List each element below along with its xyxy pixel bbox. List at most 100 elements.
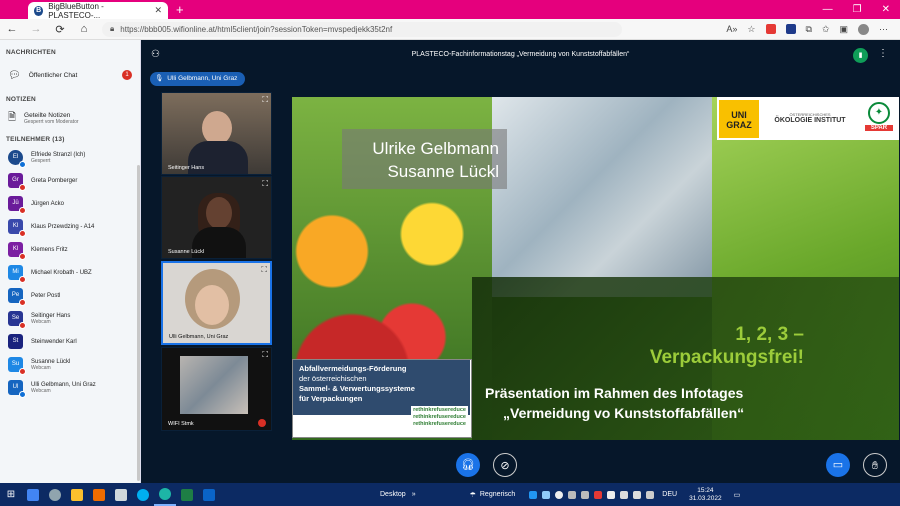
headline-line-1: 1, 2, 3 – [735, 324, 804, 345]
expand-icon[interactable]: ⛶ [262, 350, 268, 360]
taskbar-app[interactable] [132, 483, 154, 506]
expand-icon[interactable]: ⛶ [262, 95, 268, 105]
expand-icon[interactable]: ⛶ [261, 265, 267, 275]
video-tile[interactable]: ⛶ WIFI Stmk [161, 347, 272, 431]
wifi-icon[interactable] [646, 490, 655, 499]
browser-tab[interactable]: B BigBlueButton - PLASTECO-... ✕ [28, 2, 168, 20]
participant-item[interactable]: Kl Klemens Fritz [0, 238, 140, 261]
participant-name: Susanne Lückl [31, 358, 71, 365]
favorite-star-icon[interactable]: ☆ [747, 24, 755, 35]
bbb-favicon-icon: B [34, 5, 44, 16]
participant-item[interactable]: Pe Peter Postl [0, 284, 140, 307]
microphone-icon [19, 230, 26, 237]
public-chat-item[interactable]: 💬︎ Öffentlicher Chat 1 [0, 65, 140, 85]
new-tab-button[interactable]: + [176, 2, 184, 17]
tray-icon[interactable] [542, 490, 551, 499]
taskbar-app[interactable] [110, 483, 132, 506]
taskbar-app[interactable] [198, 483, 220, 506]
tray-icon[interactable] [581, 490, 590, 499]
participant-item[interactable]: Su Susanne Lückl Webcam [0, 353, 140, 376]
notifications-icon[interactable]: ▭ [734, 491, 741, 499]
headline-line-2: Verpackungsfrei! [649, 347, 804, 368]
tray-icon[interactable] [568, 490, 577, 499]
tray-icon[interactable] [620, 490, 629, 499]
avatar-initials: Su [11, 361, 20, 367]
favorites-icon[interactable]: ✩ [822, 24, 830, 35]
restore-icon[interactable]: ❐ [853, 4, 862, 15]
expand-icon[interactable]: ⛶ [262, 179, 268, 189]
minimize-icon[interactable]: — [823, 4, 833, 15]
shared-notes-item[interactable]: 🗎︎ Geteilte Notizen Gesperrt vom Moderat… [0, 106, 140, 130]
raise-hand-button[interactable]: ✋︎ [863, 453, 887, 477]
muted-icon [258, 419, 266, 427]
start-button[interactable]: ⊞ [0, 483, 22, 506]
shared-notes-label: Geteilte Notizen [24, 111, 71, 119]
language-indicator[interactable]: DEU [662, 491, 677, 498]
taskbar-app[interactable] [66, 483, 88, 506]
tray-icon[interactable] [529, 490, 538, 499]
options-menu-icon[interactable]: ⋮ [878, 48, 888, 59]
weather-label[interactable]: Regnerisch [480, 491, 515, 498]
video-tile[interactable]: ⛶ Susanne Lückl [161, 176, 272, 259]
extension-icon[interactable] [765, 24, 776, 34]
desktop-label[interactable]: Desktop [380, 491, 406, 498]
clock[interactable]: 15:24 31.03.2022 [689, 487, 722, 503]
avatar-initials: Gr [12, 177, 19, 183]
video-tile-active[interactable]: ⛶ Ulli Gelbmann, Uni Graz [161, 261, 272, 345]
meeting-top-bar: ⚇ PLASTECO-Fachinformationstag „Vermeidu… [141, 40, 900, 70]
tray-icon[interactable] [633, 490, 642, 499]
forward-icon[interactable]: → [24, 23, 48, 35]
extension-icon[interactable] [785, 24, 796, 34]
umbrella-icon: ☂ [469, 491, 476, 499]
close-window-icon[interactable]: ✕ [882, 4, 890, 15]
participant-item[interactable]: Kl Klaus Przewdzing - A14 [0, 215, 140, 238]
chat-bubble-icon: 💬︎ [8, 69, 21, 81]
window-controls: — ❐ ✕ [823, 4, 900, 15]
participant-item[interactable]: St Steinwender Karl [0, 330, 140, 353]
back-icon[interactable]: ← [0, 23, 24, 35]
excel-icon [181, 488, 193, 501]
join-audio-button[interactable]: 🎧︎ [456, 453, 480, 477]
collections-icon[interactable]: ▣ [839, 24, 848, 35]
clock-date: 31.03.2022 [689, 494, 722, 502]
windows-taskbar: ⊞ Desktop » ☂ Regnerisch DEU 15:24 31.03… [0, 483, 900, 506]
tray-icon[interactable] [607, 490, 616, 499]
participant-name: Steinwender Karl [31, 338, 77, 345]
hand-icon: ✋︎ [871, 460, 879, 472]
participant-item[interactable]: Se Seitinger Hans Webcam [0, 307, 140, 330]
participant-item[interactable]: Mi Michael Krobath - UBZ [0, 261, 140, 284]
chevron-icon[interactable]: » [412, 491, 416, 498]
home-icon[interactable]: ⌂ [72, 23, 96, 35]
tray-icon[interactable] [594, 490, 603, 499]
avatar: Kl [8, 242, 26, 260]
folder-icon [71, 488, 83, 501]
sidebar-scrollbar[interactable] [137, 165, 140, 481]
tray-icon[interactable] [555, 490, 564, 499]
participant-item[interactable]: Ul Ulli Gelbmann, Uni Graz Webcam [0, 376, 140, 399]
browser-tab-bar: B BigBlueButton - PLASTECO-... ✕ + — ❐ ✕ [0, 0, 900, 20]
share-webcam-button[interactable]: ⊘ [493, 453, 517, 477]
taskbar-app[interactable] [22, 483, 44, 506]
taskbar-app-edge[interactable] [154, 483, 176, 506]
video-tile[interactable]: ⛶ Seitinger Hans [161, 92, 272, 175]
video-user-label: Seitinger Hans [168, 165, 205, 171]
taskbar-app[interactable] [88, 483, 110, 506]
address-bar[interactable]: 🔒︎ https://bbb005.wifionline.at/html5cli… [102, 21, 622, 37]
participant-item[interactable]: El Elfriede Stranzl (Ich) Gesperrt [0, 146, 140, 169]
participant-item[interactable]: Gr Greta Pomberger [0, 169, 140, 192]
participant-item[interactable]: Jü Jürgen Acko [0, 192, 140, 215]
presentation-toggle-button[interactable]: ▭ [826, 453, 850, 477]
extensions-icon[interactable]: ⧉ [806, 24, 812, 35]
more-menu-icon[interactable]: ⋯ [879, 24, 888, 35]
close-tab-icon[interactable]: ✕ [154, 5, 162, 16]
connection-status-icon[interactable]: ▮ [853, 48, 868, 63]
participant-name: Klemens Fritz [31, 246, 68, 253]
camera-off-icon: ⊘ [500, 460, 510, 472]
avatar-initials: Mi [12, 269, 19, 275]
funding-info-box: Abfallvermeidungs-Förderung der österrei… [292, 359, 472, 438]
taskbar-app[interactable] [176, 483, 198, 506]
reload-icon[interactable]: ⟳ [48, 23, 72, 36]
taskbar-app[interactable] [44, 483, 66, 506]
read-aloud-icon[interactable]: A» [726, 24, 737, 34]
profile-avatar-icon[interactable] [858, 23, 869, 35]
